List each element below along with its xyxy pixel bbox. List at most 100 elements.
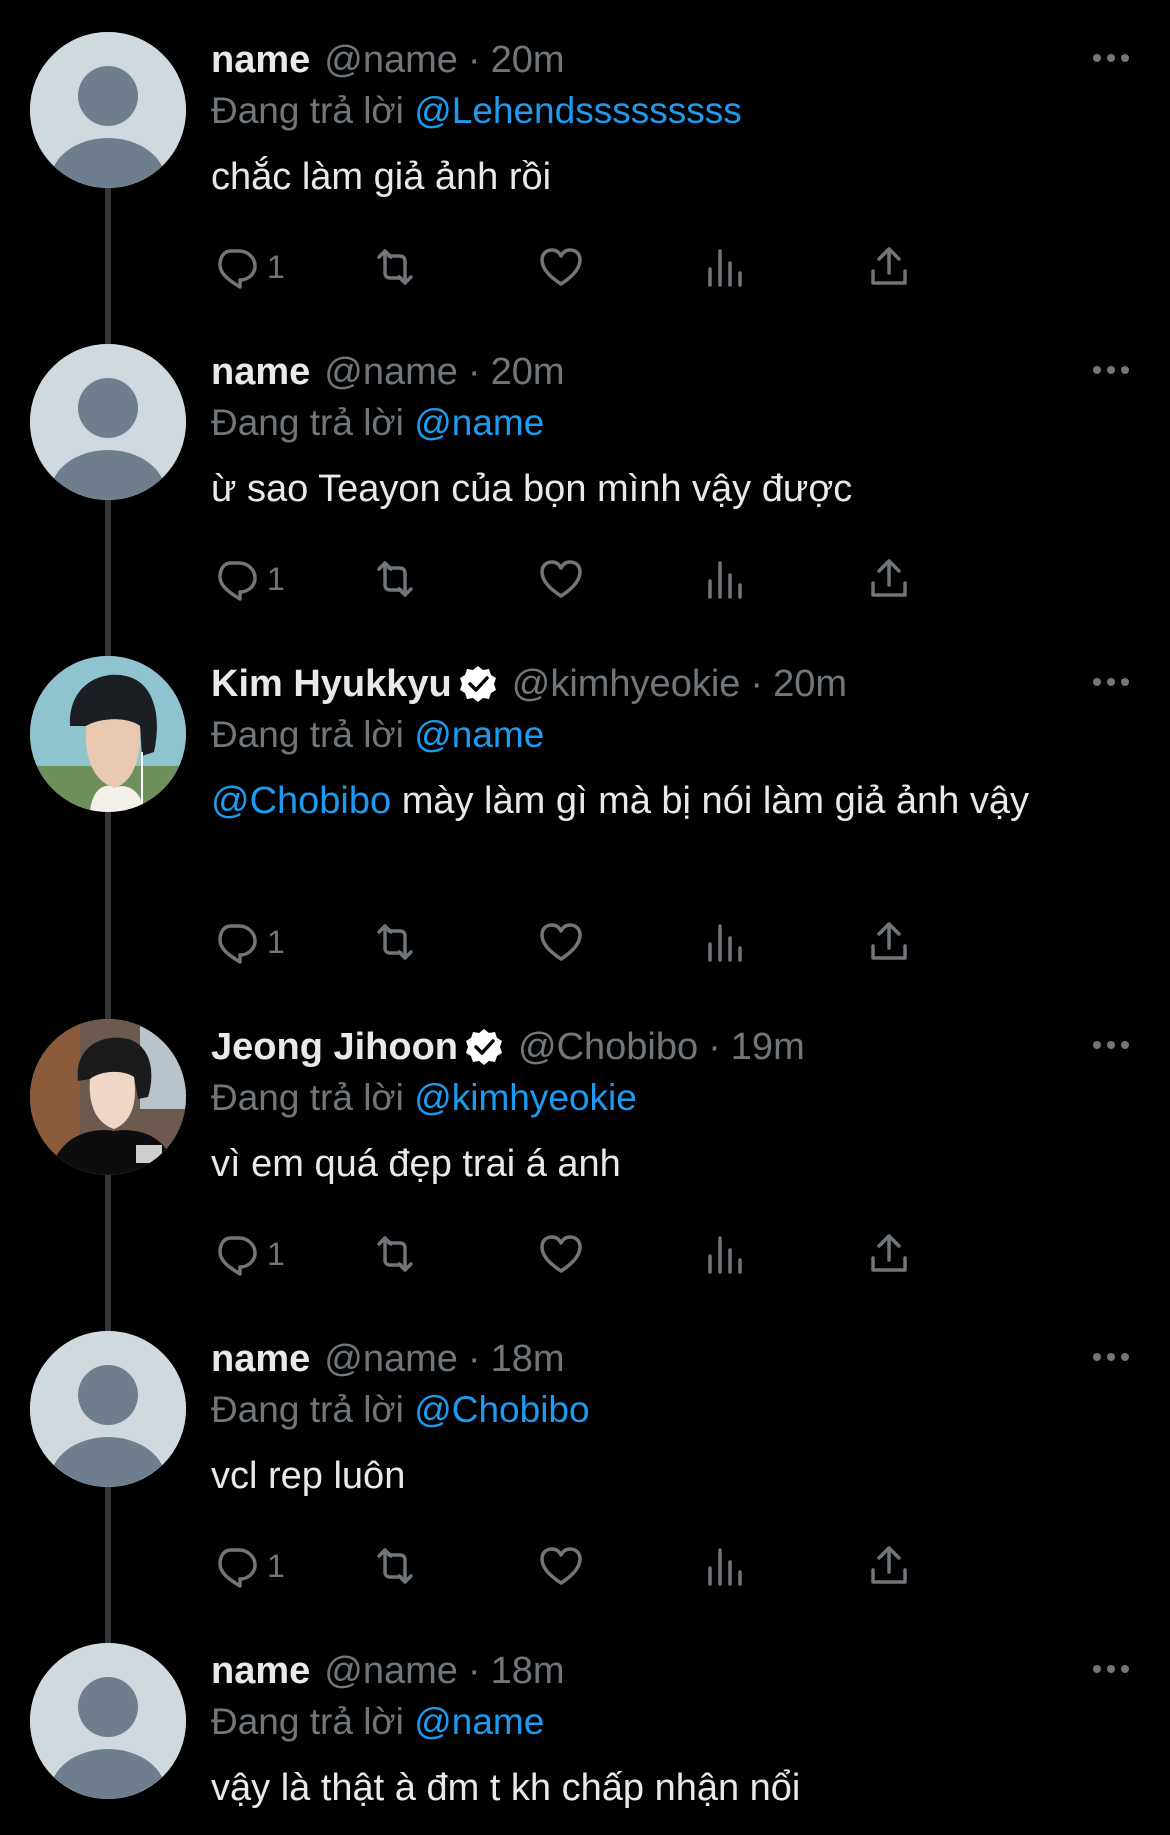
- tweet[interactable]: Kim Hyukkyu @kimhyeokie · 20m Đang trả l…: [0, 624, 1170, 1019]
- replying-to-mention[interactable]: @name: [414, 402, 544, 443]
- avatar[interactable]: [30, 656, 186, 812]
- verified-icon: [466, 1029, 502, 1065]
- avatar[interactable]: [30, 1019, 186, 1175]
- reply-thread: name @name · 20m Đang trả lời @Lehendsss…: [0, 0, 1170, 1835]
- share-icon: [871, 247, 907, 285]
- tweet[interactable]: Jeong Jihoon @Chobibo · 19m Đang trả lời…: [0, 987, 1170, 1331]
- more-icon[interactable]: [1090, 1649, 1132, 1689]
- replying-to-mention[interactable]: @kimhyeokie: [414, 1077, 637, 1118]
- reply-button[interactable]: 1: [211, 917, 285, 967]
- display-name[interactable]: name: [211, 1647, 310, 1695]
- tweet[interactable]: name @name · 18m Đang trả lời @name vậy …: [0, 1611, 1170, 1835]
- replying-to-mention[interactable]: @name: [414, 1701, 544, 1742]
- tweet[interactable]: name @name · 18m Đang trả lời @Chobibo v…: [0, 1299, 1170, 1643]
- share-button[interactable]: [865, 1229, 913, 1279]
- user-handle[interactable]: @name: [324, 1335, 458, 1383]
- timestamp[interactable]: 18m: [491, 1335, 565, 1383]
- share-icon: [871, 559, 907, 597]
- share-button[interactable]: [865, 242, 913, 292]
- retweet-button[interactable]: [371, 242, 419, 292]
- display-name[interactable]: name: [211, 348, 310, 396]
- avatar[interactable]: [30, 1331, 186, 1487]
- tweet-header: Jeong Jihoon @Chobibo · 19m: [211, 1023, 805, 1071]
- replying-to-mention[interactable]: @Lehendsssssssss: [414, 90, 742, 131]
- timestamp[interactable]: 20m: [773, 660, 847, 708]
- display-name[interactable]: Kim Hyukkyu: [211, 660, 452, 708]
- reply-icon: [218, 924, 257, 964]
- avatar[interactable]: [30, 344, 186, 500]
- separator-dot: ·: [750, 663, 764, 705]
- thread-line-top: [105, 312, 111, 344]
- timestamp[interactable]: 20m: [491, 36, 565, 84]
- user-handle[interactable]: @Chobibo: [518, 1023, 698, 1071]
- tweet[interactable]: name @name · 20m Đang trả lời @name ừ sa…: [0, 312, 1170, 656]
- views-button[interactable]: [701, 1541, 749, 1591]
- like-icon: [540, 923, 582, 961]
- retweet-icon: [377, 249, 413, 285]
- tweet-body: vậy là thật à đm t kh chấp nhận nổi: [211, 1767, 801, 1809]
- separator-dot: ·: [467, 39, 481, 81]
- profile-photo: [30, 656, 186, 812]
- retweet-button[interactable]: [371, 1541, 419, 1591]
- tweet[interactable]: name @name · 20m Đang trả lời @Lehendsss…: [0, 0, 1170, 344]
- text-mention[interactable]: @Chobibo: [211, 780, 391, 822]
- like-button[interactable]: [537, 1229, 585, 1279]
- share-button[interactable]: [865, 554, 913, 604]
- reply-button[interactable]: 1: [211, 242, 285, 292]
- replying-to-mention[interactable]: @Chobibo: [414, 1389, 589, 1430]
- like-icon: [540, 1547, 582, 1585]
- tweet-actions: 1: [211, 1229, 1031, 1279]
- reply-count: 1: [267, 923, 285, 960]
- timestamp[interactable]: 18m: [491, 1647, 565, 1695]
- reply-button[interactable]: 1: [211, 554, 285, 604]
- tweet-actions: 1: [211, 1541, 1031, 1591]
- user-handle[interactable]: @kimhyeokie: [512, 660, 741, 708]
- replying-prefix: Đang trả lời: [211, 1701, 404, 1742]
- tweet-header: name @name · 20m: [211, 348, 565, 396]
- views-button[interactable]: [701, 554, 749, 604]
- replying-prefix: Đang trả lời: [211, 1389, 404, 1430]
- display-name[interactable]: Jeong Jihoon: [211, 1023, 458, 1071]
- replying-to: Đang trả lời @name: [211, 1699, 544, 1745]
- more-icon[interactable]: [1090, 662, 1132, 702]
- share-icon: [871, 1546, 907, 1584]
- separator-dot: ·: [467, 1338, 481, 1380]
- more-icon[interactable]: [1090, 38, 1132, 78]
- views-button[interactable]: [701, 242, 749, 292]
- display-name[interactable]: name: [211, 36, 310, 84]
- avatar[interactable]: [30, 32, 186, 188]
- tweet-text: vì em quá đẹp trai á anh: [211, 1139, 1091, 1189]
- retweet-button[interactable]: [371, 917, 419, 967]
- timestamp[interactable]: 19m: [731, 1023, 805, 1071]
- timestamp[interactable]: 20m: [491, 348, 565, 396]
- reply-button[interactable]: 1: [211, 1541, 285, 1591]
- avatar[interactable]: [30, 1643, 186, 1799]
- replying-to-mention[interactable]: @name: [414, 714, 544, 755]
- like-button[interactable]: [537, 917, 585, 967]
- more-icon[interactable]: [1090, 1337, 1132, 1377]
- reply-icon: [218, 249, 257, 289]
- reply-button[interactable]: 1: [211, 1229, 285, 1279]
- share-button[interactable]: [865, 917, 913, 967]
- share-button[interactable]: [865, 1541, 913, 1591]
- user-handle[interactable]: @name: [324, 36, 458, 84]
- user-handle[interactable]: @name: [324, 348, 458, 396]
- more-icon[interactable]: [1090, 1025, 1132, 1065]
- tweet-body: chắc làm giả ảnh rồi: [211, 156, 552, 198]
- retweet-button[interactable]: [371, 1229, 419, 1279]
- like-button[interactable]: [537, 242, 585, 292]
- tweet-text: ừ sao Teayon của bọn mình vậy được: [211, 464, 1091, 514]
- reply-icon: [218, 561, 257, 601]
- views-button[interactable]: [701, 1229, 749, 1279]
- retweet-button[interactable]: [371, 554, 419, 604]
- display-name[interactable]: name: [211, 1335, 310, 1383]
- like-button[interactable]: [537, 554, 585, 604]
- views-button[interactable]: [701, 917, 749, 967]
- like-icon: [540, 248, 582, 286]
- tweet-body: mày làm gì mà bị nói làm giả ảnh vậy: [391, 780, 1029, 822]
- like-button[interactable]: [537, 1541, 585, 1591]
- user-handle[interactable]: @name: [324, 1647, 458, 1695]
- tweet-header: name @name · 18m: [211, 1647, 565, 1695]
- more-icon[interactable]: [1090, 350, 1132, 390]
- retweet-icon: [377, 924, 413, 960]
